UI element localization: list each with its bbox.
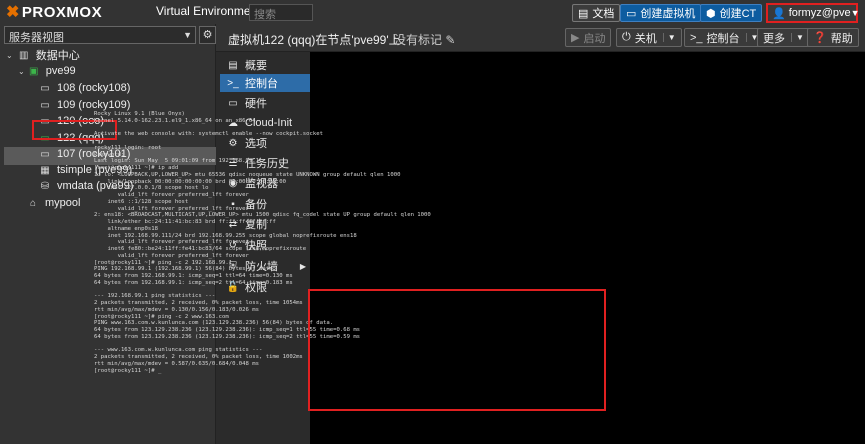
terminal-icon: >_ [227,77,239,89]
tree-node-pve99[interactable]: ⌄ ▣ pve99 [18,63,76,79]
play-icon: ▶ [571,32,580,44]
console-button[interactable]: >_ 控制台 ▼ [684,28,765,47]
chevron-down-icon: ⌄ [6,50,13,60]
terminal-line: inet 192.168.99.111/24 brd 192.168.99.25… [94,232,357,239]
tree-node-label: 109 (rocky109) [57,99,131,111]
start-label: 启动 [583,32,606,45]
tree-node-mypool[interactable]: ⌂ mypool [26,195,81,211]
terminal-line: Last login: Sun May 5 09:01:09 from 192.… [94,158,260,165]
tags-editor[interactable]: 没有标记 ✎ [394,31,455,48]
monitor-icon: ▭ [40,99,50,111]
terminal-line: 1: lo: <LOOPBACK,UP,LOWER_UP> mtu 65536 … [94,171,401,178]
nav-label: 概要 [245,60,267,72]
terminal-line: valid_lft forever preferred_lft forever [94,239,249,246]
tag-icon: ⌂ [29,197,37,209]
desktop-icon: ▭ [228,97,238,109]
terminal-line: altname enp0s18 [94,225,158,232]
terminal-line: Kernel 5.14.0-162.23.1.el9_1.x86_64 on a… [94,117,256,124]
terminal-line: valid_lft forever preferred_lft forever [94,192,249,198]
chevron-down-icon: ▼ [850,8,860,18]
chevron-down-icon: ▼ [183,30,192,40]
tree-node-vm-108[interactable]: ▭ 108 (rocky108) [38,80,130,96]
create-vm-button[interactable]: ▭ 创建虚拟机 [620,4,702,22]
terminal-line: [root@rocky111 ~]# ping -c 2 192.168.99.… [94,259,233,266]
content-header: 虚拟机122 (qqq)在节点'pve99'上 没有标记 ✎ ▶ 启动 ⏻ 关机… [216,24,865,52]
chevron-down-icon: ▼ [662,33,676,42]
user-icon: 👤 [772,7,786,20]
server-online-icon: ▣ [28,65,39,77]
logo-text: PROXMOX [21,3,103,21]
grid-icon: ▦ [40,164,50,176]
chevron-down-icon: ▼ [791,33,804,42]
tree-node-label: pve99 [45,65,76,77]
page-title: 虚拟机122 (qqq)在节点'pve99'上 [228,33,401,47]
nav-item-hardware[interactable]: ▭ 硬件 [220,94,310,112]
question-icon: ❓ [813,32,827,44]
desktop-icon: ▭ [626,7,637,20]
database-icon: ⛁ [40,180,50,192]
create-ct-label: 创建CT [719,8,757,20]
power-icon: ⏻ [622,31,631,43]
terminal-line: link/loopback 00:00:00:00:00:00 brd 00:0… [94,178,286,185]
shutdown-label: 关机 [634,32,657,45]
terminal-line: Password: [94,151,125,158]
monitor-icon: ▭ [40,82,50,94]
tree-node-label: 数据中心 [35,50,80,62]
create-vm-label: 创建虚拟机 [640,8,696,20]
x-logo-icon: ✖ [6,4,20,21]
terminal-line: inet6 ::1/128 scope host [94,198,189,205]
terminal-line: rocky111 login: root [94,144,162,151]
top-bar: ✖ PROXMOX Virtual Environment 8.2.2 搜索 ▤… [0,0,865,24]
nav-label: 硬件 [245,98,267,110]
help-button[interactable]: ❓ 帮助 [807,28,859,47]
pencil-icon: ✎ [445,33,456,47]
monitor-icon: ▭ [40,148,50,160]
search-input[interactable]: 搜索 [249,4,313,21]
view-selector-label: 服务器视图 [9,32,64,44]
terminal-line: inet 127.0.0.1/8 scope host lo [94,185,209,192]
more-label: 更多 [763,32,785,45]
terminal-icon: >_ [690,31,703,44]
terminal-line: 64 bytes from 192.168.99.1: icmp_seq=2 t… [94,279,293,286]
nav-item-console[interactable]: >_ 控制台 [220,74,310,92]
terminal-line: 2: ens18: <BROADCAST,MULTICAST,UP,LOWER_… [94,212,431,219]
user-menu-button[interactable]: 👤 formyz@pve ▼ [766,3,860,23]
view-selector[interactable]: 服务器视图 ▼ [4,26,196,44]
tree-node-datacenter[interactable]: ⌄ ▥ 数据中心 [6,47,80,63]
nav-item-summary[interactable]: ▤ 概要 [220,56,310,74]
terminal-line: valid_lft forever preferred_lft forever [94,205,249,212]
create-ct-button[interactable]: ⬢ 创建CT [700,4,763,22]
terminal-line: Activate the web console with: systemctl… [94,131,324,138]
book-icon: ▤ [578,7,589,20]
user-label: formyz@pve [788,7,851,19]
help-label: 帮助 [830,32,853,45]
terminal-line: 64 bytes from 192.168.99.1: icmp_seq=1 t… [94,273,293,279]
tree-node-label: 108 (rocky108) [57,82,131,94]
more-button[interactable]: 更多 ▼ [757,28,810,47]
terminal-line: Rocky Linux 9.1 (Blue Onyx) [94,111,185,117]
tags-label: 没有标记 [394,33,443,47]
terminal-line: link/ether bc:24:11:41:bc:83 brd ff:ff:f… [94,219,276,225]
building-icon: ▥ [18,49,29,61]
shutdown-button[interactable]: ⏻ 关机 ▼ [616,28,682,47]
tree-node-label: mypool [45,197,81,209]
docs-button[interactable]: ▤ 文档 [572,4,621,22]
proxmox-logo: ✖ PROXMOX [6,3,103,22]
console-label: 控制台 [706,32,740,45]
terminal-line: valid_lft forever preferred_lft forever [94,252,249,259]
highlight-box [308,289,606,411]
docs-label: 文档 [592,8,615,20]
gear-icon[interactable]: ⚙ [199,26,216,44]
terminal-line: [root@rocky111 ~]# ip add [94,165,179,171]
chevron-down-icon: ⌄ [18,66,25,76]
nav-label: 控制台 [245,78,278,90]
book-icon: ▤ [228,59,238,71]
cube-icon: ⬢ [706,7,716,20]
terminal-line: PING 192.168.99.1 (192.168.99.1) 56(84) … [94,266,276,273]
start-button[interactable]: ▶ 启动 [565,28,612,47]
terminal-line: inet6 fe80::be24:11ff:fe41:bc83/64 scope… [94,246,307,252]
